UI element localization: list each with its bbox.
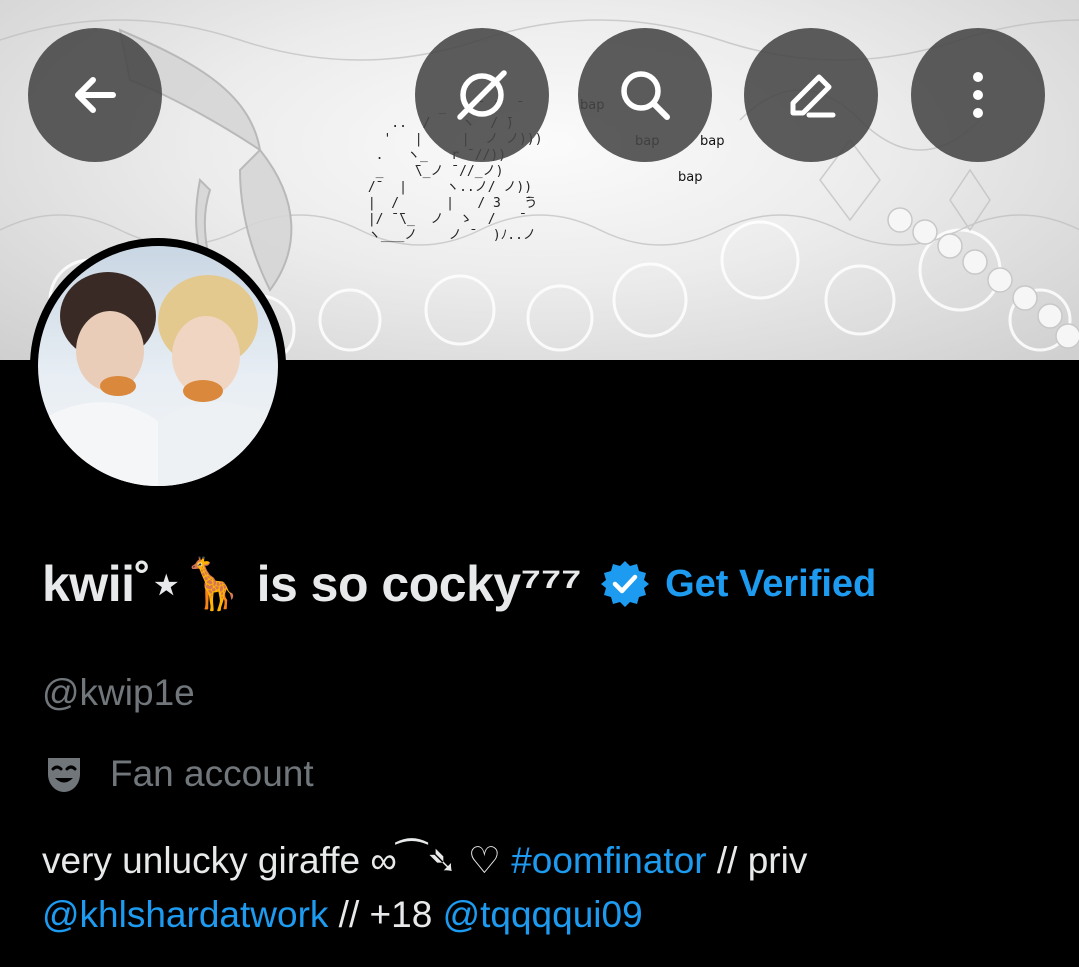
edit-pencil-icon — [790, 74, 836, 118]
back-arrow-icon — [75, 77, 116, 113]
more-options-button[interactable] — [911, 28, 1045, 162]
mention-link[interactable]: @tqqqqui09 — [443, 894, 643, 935]
verified-badge-icon[interactable] — [599, 558, 651, 610]
bio-text: // +18 — [328, 894, 443, 935]
get-verified-link[interactable]: Get Verified — [665, 563, 876, 606]
profile-category: Fan account — [42, 748, 314, 800]
grok-icon — [457, 70, 507, 120]
bio-text: // priv — [706, 840, 808, 881]
bap-label: bap — [700, 134, 725, 149]
more-vertical-icon — [973, 72, 983, 118]
avatar-image — [38, 246, 278, 486]
username-handle: @kwip1e — [42, 672, 195, 713]
bio-text: very unlucky giraffe ∞⁀➴ ♡ — [42, 840, 512, 881]
display-name-row: kwii˚⋆🦒 is so cocky⁷⁷⁷ Get Verified — [42, 546, 876, 622]
grok-button[interactable] — [415, 28, 549, 162]
avatar[interactable] — [30, 238, 286, 494]
display-name: kwii˚⋆🦒 is so cocky⁷⁷⁷ — [42, 555, 582, 612]
bio: very unlucky giraffe ∞⁀➴ ♡ #oomfinator /… — [42, 834, 1042, 942]
theater-masks-icon — [48, 758, 80, 792]
bap-label: bap — [678, 170, 703, 185]
mention-link[interactable]: @khlshardatwork — [42, 894, 328, 935]
search-button[interactable] — [578, 28, 712, 162]
category-label: Fan account — [110, 753, 314, 794]
hashtag-link[interactable]: #oomfinator — [511, 840, 706, 881]
back-button[interactable] — [28, 28, 162, 162]
avatar-photo — [38, 272, 278, 486]
edit-profile-button[interactable] — [744, 28, 878, 162]
search-icon — [621, 71, 670, 120]
